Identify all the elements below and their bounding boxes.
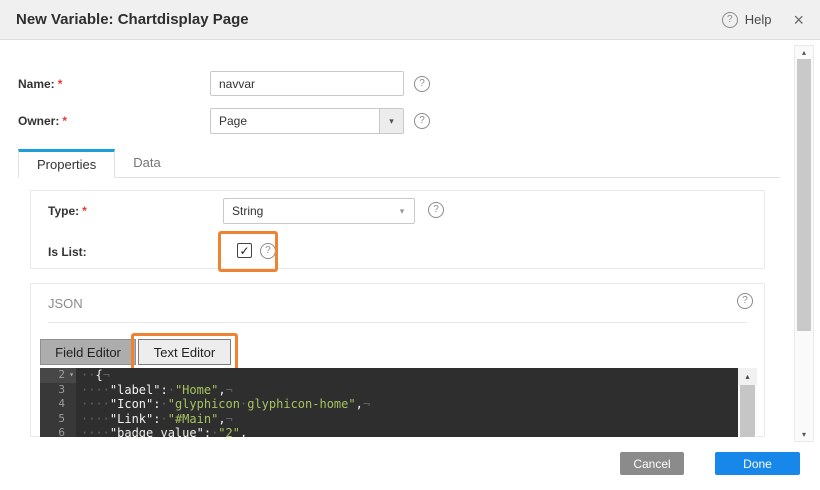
editor-scrollbar-thumb[interactable] bbox=[740, 385, 755, 437]
is-list-label: Is List: bbox=[48, 245, 87, 259]
properties-data-tabbar: Properties Data bbox=[18, 149, 780, 178]
is-list-checkbox[interactable]: ✓ bbox=[237, 243, 252, 258]
editor-gutter: 2▾3456 bbox=[40, 368, 76, 437]
gutter-line-number: 4 bbox=[40, 397, 76, 412]
json-section-title: JSON bbox=[48, 296, 83, 311]
help-icon[interactable]: ? bbox=[722, 12, 738, 28]
required-asterisk: * bbox=[62, 114, 67, 128]
editor-scrollbar[interactable]: ▴ bbox=[738, 368, 757, 437]
type-label: Type:* bbox=[48, 204, 87, 218]
code-line: ····"Link":·"#Main",¬ bbox=[76, 412, 738, 427]
dialog-header: New Variable: Chartdisplay Page ? Help × bbox=[0, 0, 820, 40]
editor-code[interactable]: ··{¬····"label":·"Home",¬····"Icon":·"gl… bbox=[76, 368, 738, 437]
gutter-line-number: 6 bbox=[40, 426, 76, 437]
code-line: ····"badge_value":·"2", bbox=[76, 426, 738, 437]
tab-properties[interactable]: Properties bbox=[18, 149, 115, 178]
owner-selected-value: Page bbox=[211, 114, 379, 128]
done-button[interactable]: Done bbox=[715, 452, 800, 475]
required-asterisk: * bbox=[82, 204, 87, 218]
scroll-up-icon[interactable]: ▴ bbox=[795, 46, 813, 59]
scroll-up-icon[interactable]: ▴ bbox=[738, 368, 757, 385]
dialog-title: New Variable: Chartdisplay Page bbox=[16, 11, 249, 28]
type-help-icon[interactable]: ? bbox=[428, 202, 444, 218]
owner-select[interactable]: Page ▾ bbox=[210, 108, 404, 134]
name-input[interactable] bbox=[210, 71, 404, 96]
chevron-down-icon[interactable]: ▾ bbox=[379, 109, 403, 133]
chevron-down-icon: ▾ bbox=[390, 199, 414, 223]
close-icon[interactable]: × bbox=[793, 11, 804, 29]
cancel-button[interactable]: Cancel bbox=[620, 452, 684, 475]
owner-label: Owner:* bbox=[18, 114, 67, 128]
header-actions: ? Help × bbox=[722, 11, 804, 29]
code-line: ··{¬ bbox=[76, 368, 738, 383]
type-selected-value: String bbox=[224, 204, 390, 218]
json-help-icon[interactable]: ? bbox=[737, 293, 753, 309]
field-editor-button[interactable]: Field Editor bbox=[40, 339, 136, 365]
code-line: ····"label":·"Home",¬ bbox=[76, 383, 738, 398]
new-variable-dialog: New Variable: Chartdisplay Page ? Help ×… bbox=[0, 0, 820, 490]
json-code-editor[interactable]: 2▾3456 ··{¬····"label":·"Home",¬····"Ico… bbox=[40, 368, 757, 437]
gutter-line-number: 2▾ bbox=[40, 368, 76, 383]
json-divider bbox=[48, 322, 747, 323]
gutter-line-number: 5 bbox=[40, 412, 76, 427]
fold-icon[interactable]: ▾ bbox=[69, 368, 74, 383]
scroll-down-icon[interactable]: ▾ bbox=[795, 428, 813, 441]
tab-data[interactable]: Data bbox=[115, 148, 178, 177]
text-editor-button[interactable]: Text Editor bbox=[138, 339, 231, 365]
type-select[interactable]: String ▾ bbox=[223, 198, 415, 224]
name-help-icon[interactable]: ? bbox=[414, 76, 430, 92]
owner-help-icon[interactable]: ? bbox=[414, 113, 430, 129]
help-link[interactable]: Help bbox=[745, 12, 772, 27]
dialog-scrollbar-thumb[interactable] bbox=[797, 59, 811, 331]
dialog-scrollbar[interactable]: ▴ ▾ bbox=[794, 45, 814, 442]
is-list-help-icon[interactable]: ? bbox=[260, 243, 276, 259]
name-label: Name:* bbox=[18, 77, 62, 91]
gutter-line-number: 3 bbox=[40, 383, 76, 398]
code-line: ····"Icon":·"glyphicon·glyphicon-home",¬ bbox=[76, 397, 738, 412]
required-asterisk: * bbox=[58, 77, 63, 91]
